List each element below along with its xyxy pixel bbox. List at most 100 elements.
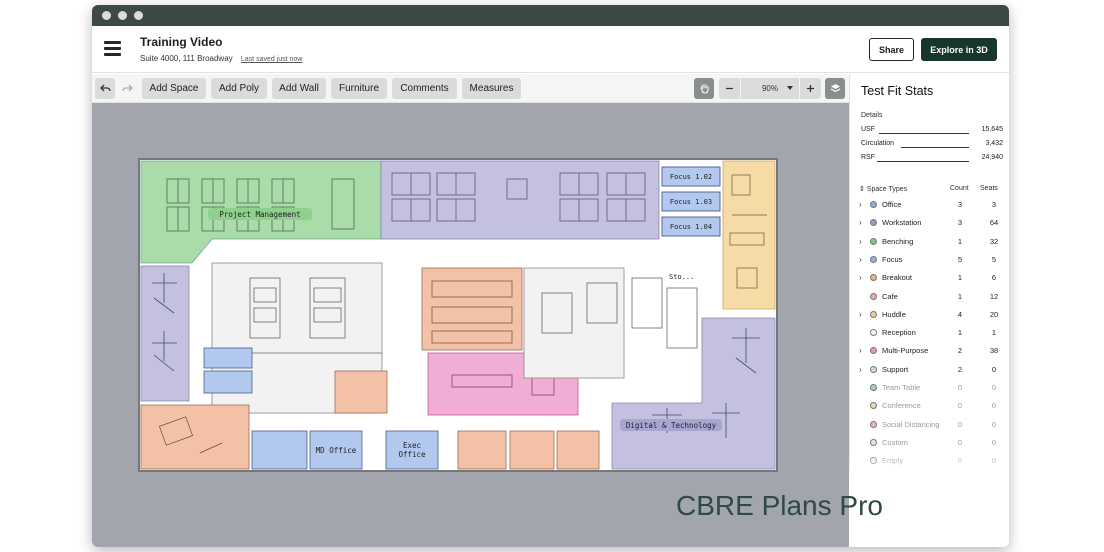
menu-icon[interactable] xyxy=(104,41,121,56)
space-type-swatch xyxy=(870,255,877,263)
space-type-name: Support xyxy=(882,364,909,374)
detail-rsf: RSF 24,940 xyxy=(861,154,1003,167)
detail-usf-line xyxy=(879,133,969,134)
space-type-count: 0 xyxy=(957,401,963,411)
project-address: Suite 4000, 111 Broadway xyxy=(140,54,233,63)
label-exec-office-1: Exec xyxy=(403,441,421,450)
chevron-right-icon[interactable]: › xyxy=(859,310,862,319)
space-type-row[interactable]: › Benching 1 32 xyxy=(859,235,1002,253)
space-type-row[interactable]: › Multi-Purpose 2 38 xyxy=(859,344,1002,362)
zoom-in-button[interactable] xyxy=(800,78,821,99)
window-dot-minimize[interactable] xyxy=(118,11,127,20)
label-digital-technology: Digital & Technology xyxy=(626,421,717,430)
space-type-name: Benching xyxy=(882,236,914,246)
label-focus-1-02: Focus 1.02 xyxy=(670,173,712,181)
measures-button[interactable]: Measures xyxy=(462,78,521,99)
chevron-right-icon[interactable]: › xyxy=(859,346,862,355)
space-type-count: 2 xyxy=(957,364,963,374)
layers-button[interactable] xyxy=(825,78,845,99)
chevron-right-icon[interactable]: › xyxy=(859,255,862,264)
undo-button[interactable] xyxy=(95,78,115,99)
space-huddle-bottom-3[interactable] xyxy=(556,430,600,470)
space-type-row[interactable]: › Focus 5 5 xyxy=(859,253,1002,271)
detail-circulation-line xyxy=(901,147,969,148)
chevron-right-icon[interactable]: › xyxy=(859,365,862,374)
space-type-row[interactable]: Social Distancing 0 0 xyxy=(859,418,1002,436)
space-type-row[interactable]: Cafe 1 12 xyxy=(859,290,1002,308)
detail-usf-label: USF xyxy=(861,126,875,133)
space-type-count: 1 xyxy=(957,273,963,283)
space-type-row[interactable]: › Workstation 3 64 xyxy=(859,216,1002,234)
last-saved-link[interactable]: Last saved just now xyxy=(241,56,302,63)
plus-icon xyxy=(807,85,814,92)
space-type-seats: 6 xyxy=(991,273,997,283)
space-type-row[interactable]: Reception 1 1 xyxy=(859,326,1002,344)
explore-3d-button[interactable]: Explore in 3D xyxy=(921,38,997,61)
detail-circulation: Circulation 3,432 xyxy=(861,140,1003,153)
furniture-button[interactable]: Furniture xyxy=(331,78,387,99)
comments-button[interactable]: Comments xyxy=(392,78,457,99)
add-poly-button[interactable]: Add Poly xyxy=(211,78,267,99)
space-huddle-bottom-2[interactable] xyxy=(509,430,555,470)
space-office-left-2[interactable] xyxy=(203,370,253,394)
space-type-seats: 32 xyxy=(989,236,999,246)
space-type-name: Cafe xyxy=(882,291,898,301)
space-type-seats: 3 xyxy=(991,200,997,209)
redo-icon xyxy=(121,84,133,92)
space-type-row[interactable]: › Breakout 1 6 xyxy=(859,271,1002,289)
space-type-swatch xyxy=(870,384,877,391)
space-type-name: Office xyxy=(882,200,902,209)
chevron-right-icon[interactable]: › xyxy=(859,200,862,209)
space-huddle-bottom-1[interactable] xyxy=(457,430,507,470)
space-huddle-right[interactable] xyxy=(722,160,776,310)
space-type-count: 0 xyxy=(957,383,963,392)
undo-icon xyxy=(99,84,111,92)
space-type-name: Team Table xyxy=(882,383,921,392)
window-dot-close[interactable] xyxy=(102,11,111,20)
space-type-count: 3 xyxy=(957,218,963,228)
floorplan[interactable]: Project Management Focus 1.02 Focus 1.03… xyxy=(92,103,849,547)
space-type-row[interactable]: › Office 3 3 xyxy=(859,198,1002,216)
space-office-left-1[interactable] xyxy=(203,347,253,369)
details-label: Details xyxy=(861,112,883,119)
add-wall-button[interactable]: Add Wall xyxy=(272,78,326,99)
space-type-seats: 0 xyxy=(991,383,997,392)
space-type-name: Conference xyxy=(882,401,921,411)
space-office-bottom-1[interactable] xyxy=(251,430,308,470)
space-breakout[interactable] xyxy=(421,267,523,351)
floorplan-canvas[interactable]: Project Management Focus 1.02 Focus 1.03… xyxy=(92,103,849,547)
add-space-button[interactable]: Add Space xyxy=(142,78,206,99)
space-type-seats: 5 xyxy=(991,254,997,264)
pan-tool-button[interactable] xyxy=(694,78,714,99)
space-type-swatch xyxy=(870,237,877,245)
space-workstation-left[interactable] xyxy=(140,265,190,402)
toolbar: Add Space Add Poly Add Wall Furniture Co… xyxy=(92,74,849,103)
space-type-row[interactable]: Conference 0 0 xyxy=(859,399,1002,417)
zoom-select[interactable]: 90% xyxy=(741,78,799,99)
space-type-row[interactable]: Team Table 0 0 xyxy=(859,381,1002,399)
space-type-count: 1 xyxy=(957,236,963,246)
space-type-name: Multi-Purpose xyxy=(882,346,929,356)
space-type-row[interactable]: › Support 2 0 xyxy=(859,363,1002,381)
redo-button[interactable] xyxy=(117,78,137,99)
share-button[interactable]: Share xyxy=(869,38,914,61)
label-project-management: Project Management xyxy=(219,210,300,219)
label-storage: Sto... xyxy=(669,273,694,281)
space-huddle-bottom-left[interactable] xyxy=(140,404,250,470)
space-type-row[interactable]: › Huddle 4 20 xyxy=(859,308,1002,326)
space-type-swatch xyxy=(870,201,877,208)
app-header: Training Video Suite 4000, 111 Broadway … xyxy=(92,26,1009,73)
chevron-right-icon[interactable]: › xyxy=(859,237,862,246)
chevron-right-icon[interactable]: › xyxy=(859,218,862,227)
space-type-swatch xyxy=(870,420,877,428)
window-titlebar xyxy=(92,5,1009,26)
chevron-right-icon[interactable]: › xyxy=(859,273,862,282)
zoom-out-button[interactable] xyxy=(719,78,740,99)
layers-icon xyxy=(830,84,840,93)
space-type-name: Huddle xyxy=(882,309,906,319)
detail-rsf-value: 24,940 xyxy=(981,154,1003,161)
space-types-header[interactable]: ⇕ Space Types xyxy=(859,185,907,193)
space-type-name: Focus xyxy=(882,254,903,264)
window-dot-maximize[interactable] xyxy=(134,11,143,20)
space-breakout-small[interactable] xyxy=(334,370,388,414)
